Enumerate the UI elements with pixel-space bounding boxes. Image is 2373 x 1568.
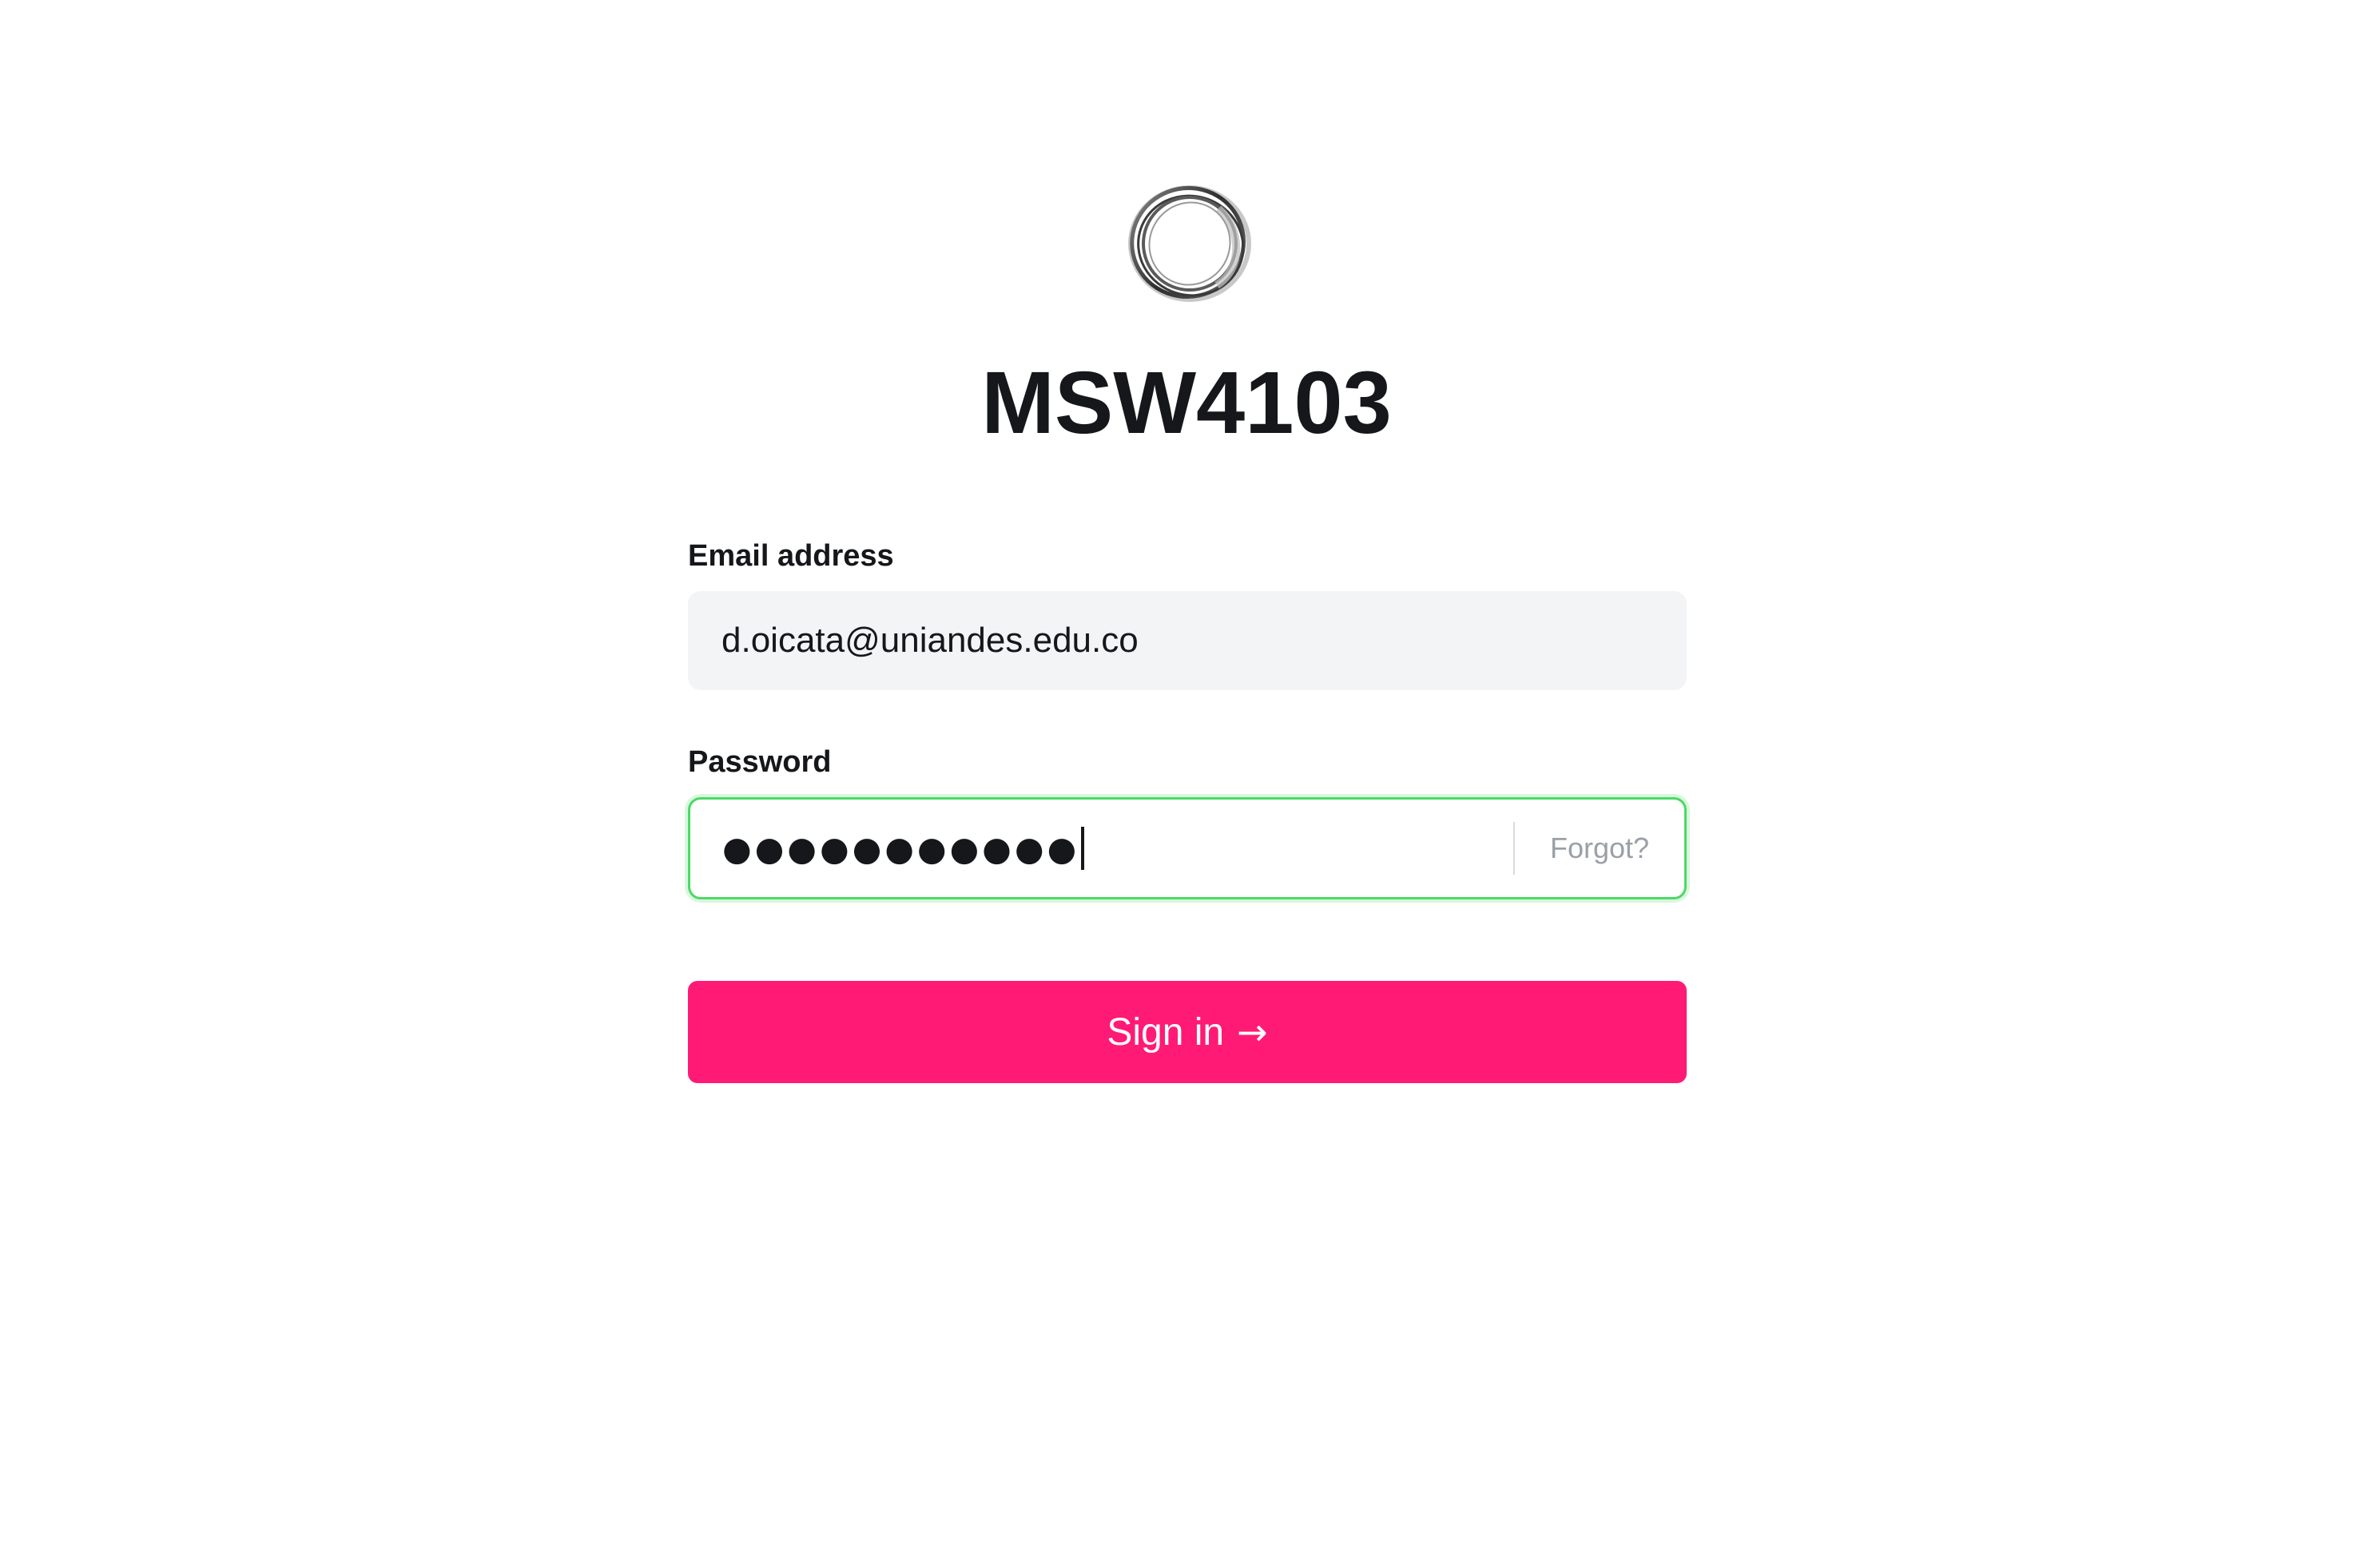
email-value: d.oicata@uniandes.edu.co: [721, 621, 1139, 660]
forgot-password-link[interactable]: Forgot?: [1515, 832, 1684, 865]
arrow-right-icon: →: [1237, 1010, 1268, 1054]
password-input[interactable]: ●●●●●●●●●●●: [690, 827, 1513, 870]
sign-in-button[interactable]: Sign in →: [688, 981, 1687, 1083]
password-label: Password: [688, 745, 832, 779]
text-caret: [1081, 827, 1085, 870]
sign-in-label: Sign in: [1107, 1010, 1225, 1054]
email-field[interactable]: d.oicata@uniandes.edu.co: [688, 591, 1687, 690]
page-title: MSW4103: [981, 354, 1392, 452]
login-form: Email address d.oicata@uniandes.edu.co P…: [688, 534, 1687, 1083]
email-label: Email address: [688, 539, 894, 573]
password-field[interactable]: ●●●●●●●●●●● Forgot?: [688, 797, 1687, 899]
password-masked-value: ●●●●●●●●●●●: [722, 828, 1080, 868]
login-page: MSW4103 Email address d.oicata@uniandes.…: [0, 0, 2373, 1568]
ring-logo-icon: [1123, 181, 1257, 306]
